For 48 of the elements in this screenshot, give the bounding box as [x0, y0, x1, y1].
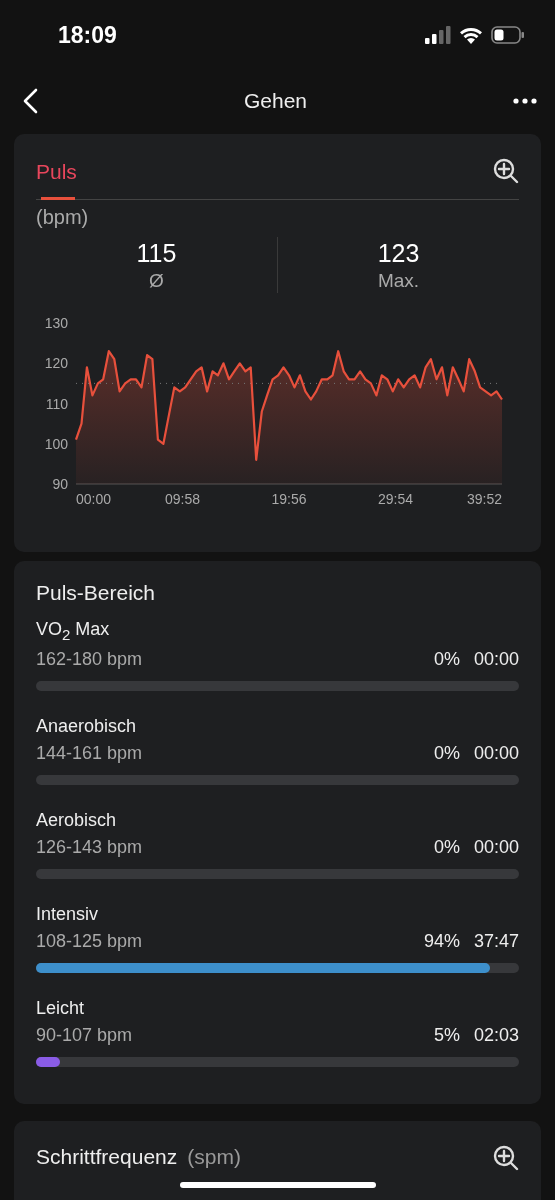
zone-percent: 0% [433, 836, 460, 858]
zone-percent: 0% [433, 648, 460, 670]
zone-range: 90-107 bpm [36, 1024, 133, 1046]
battery-icon [491, 26, 525, 44]
y-tick-label: 120 [44, 355, 68, 372]
stat-label: Max. [377, 269, 420, 292]
zone-time: 37:47 [473, 930, 519, 952]
zone-name: Intensiv [36, 903, 100, 925]
zone-time: 00:00 [473, 836, 519, 858]
zone-time: 00:00 [473, 648, 519, 670]
zone-time: 02:03 [473, 1024, 519, 1046]
zone-name: Leicht [36, 997, 86, 1019]
zone-percent: 0% [433, 742, 460, 764]
zone-percent: 5% [433, 1024, 460, 1046]
zone-time: 00:00 [473, 742, 519, 764]
x-tick-label: 09:58 [165, 491, 200, 507]
zone-range: 108-125 bpm [36, 930, 143, 952]
pulse-tab[interactable]: Puls [36, 144, 77, 197]
x-tick-label: 39:52 [466, 491, 502, 507]
status-time: 18:09 [58, 21, 117, 49]
zone-range: 144-161 bpm [36, 742, 143, 764]
zone-name: Aerobisch [36, 809, 118, 831]
zoom-in-icon[interactable] [493, 158, 519, 184]
stat-value: 115 [136, 238, 177, 268]
screen-title: Gehen [243, 89, 308, 113]
zone-percent: 94% [423, 930, 460, 952]
stat-label: Ø [149, 269, 164, 292]
stat-value: 123 [377, 238, 420, 268]
zoom-in-icon[interactable] [493, 1144, 519, 1171]
wifi-icon [459, 26, 483, 44]
y-tick-label: 130 [44, 315, 68, 331]
y-tick-label: 110 [45, 395, 68, 412]
x-tick-label: 00:00 [76, 491, 112, 507]
x-tick-label: 19:56 [271, 491, 307, 507]
card-title: Schrittfrequenz [36, 1144, 178, 1168]
y-tick-label: 100 [44, 435, 68, 452]
unit-label: (spm) [187, 1144, 241, 1168]
zone-name: VO$_{2}$ Max [36, 619, 111, 643]
back-icon[interactable] [22, 88, 38, 114]
zone-range: 126-143 bpm [36, 836, 143, 858]
card-title: Puls-Bereich [36, 581, 157, 605]
zone-name: Anaerobisch [36, 715, 138, 737]
x-tick-label: 29:54 [378, 491, 413, 507]
y-tick-label: 90 [52, 476, 68, 492]
more-icon[interactable] [513, 98, 537, 104]
signal-icon [425, 26, 451, 44]
unit-label: (bpm) [36, 206, 90, 229]
zone-range: 162-180 bpm [36, 648, 143, 670]
